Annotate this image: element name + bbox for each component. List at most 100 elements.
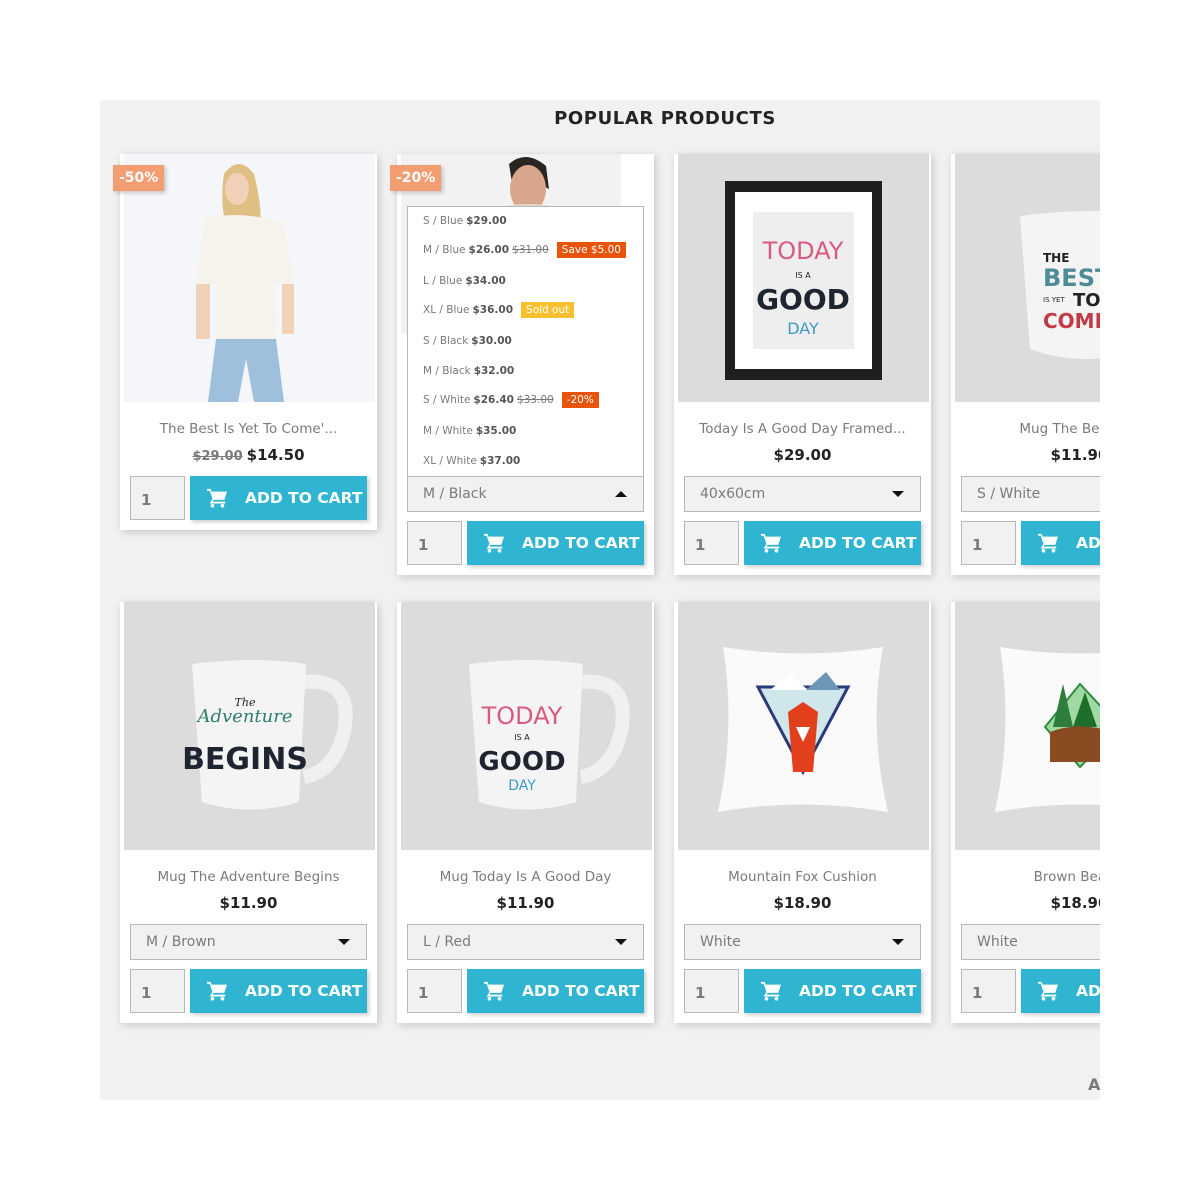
variant-label: S / Black (423, 335, 469, 347)
product-price: $11.90 (1050, 446, 1100, 464)
quantity-input[interactable]: 1 (684, 521, 739, 565)
variant-select[interactable]: M / Brown (130, 924, 367, 960)
add-to-cart-label: ADD TO CART (799, 982, 917, 1000)
cart-icon (207, 981, 227, 1001)
add-to-cart-button[interactable]: ADD TO CART (744, 969, 921, 1013)
product-card[interactable]: -20% S / Blue $29.00 M / Blue $26.00 $31.00… (390, 154, 654, 575)
variant-option[interactable]: M / White $35.00 (423, 425, 516, 437)
variant-option[interactable]: M / Blue $26.00 $31.00 Save $5.00 (423, 242, 626, 258)
product-card[interactable]: Mountain Fox Cushion $18.90 White 1 ADD … (674, 602, 931, 1023)
variant-select[interactable]: S / White (961, 476, 1100, 512)
selected-variant: M / Brown (146, 934, 216, 950)
variant-option[interactable]: M / Black $32.00 (423, 365, 514, 377)
variant-price: $34.00 (465, 275, 506, 287)
mug-text: COME (1043, 309, 1100, 333)
variant-label: S / Blue (423, 215, 464, 227)
cart-icon (484, 981, 504, 1001)
variant-option[interactable]: L / Blue $34.00 (423, 275, 506, 287)
product-image[interactable]: The Adventure BEGINS (124, 602, 375, 850)
variant-label: S / White (423, 394, 471, 406)
mug-text: GOOD (478, 747, 565, 777)
add-to-cart-button[interactable]: ADD TO CART (190, 476, 367, 520)
add-to-cart-label: ADD TO CART (522, 534, 640, 552)
selected-variant: L / Red (423, 934, 472, 950)
add-to-cart-button[interactable]: ADD TO CART (467, 521, 644, 565)
mug-text: BEGINS (182, 742, 308, 777)
variant-label: XL / Blue (423, 304, 470, 316)
product-card[interactable]: -50% The Best Is Yet To Come'... $29.00 $… (113, 154, 377, 530)
cart-icon (207, 488, 227, 508)
product-name[interactable]: Today Is A Good Day Framed... (674, 421, 931, 437)
variant-price: $26.40 (473, 394, 514, 406)
quantity-input[interactable]: 1 (407, 521, 462, 565)
product-card[interactable]: TODAY IS A GOOD DAY Mug Today Is A Good … (397, 602, 654, 1023)
product-image[interactable]: TODAY IS A GOOD DAY (678, 154, 929, 402)
add-to-cart-button[interactable]: ADD TO CART (1021, 969, 1100, 1013)
add-to-cart-label: ADD TO CART (799, 534, 917, 552)
product-image[interactable] (955, 602, 1100, 850)
variant-label: M / White (423, 425, 473, 437)
variant-option[interactable]: XL / Blue $36.00 Sold out (423, 302, 575, 318)
variant-select[interactable]: White (961, 924, 1100, 960)
variant-price: $29.00 (466, 215, 507, 227)
cart-icon (1038, 981, 1058, 1001)
product-card[interactable]: Brown Bear C $18.90 White 1 ADD TO CART (951, 602, 1100, 1023)
variant-price: $36.00 (472, 304, 514, 316)
variant-price: $26.00 (468, 244, 510, 256)
mug-text: THE (1043, 251, 1069, 265)
quantity-input[interactable]: 1 (407, 969, 462, 1013)
variant-option[interactable]: S / Black $30.00 (423, 335, 512, 347)
variant-label: M / Blue (423, 244, 466, 256)
quantity-input[interactable]: 1 (684, 969, 739, 1013)
regular-price: $29.00 (192, 449, 243, 464)
product-card[interactable]: The Adventure BEGINS Mug The Adventure B… (120, 602, 377, 1023)
current-price: $14.50 (246, 446, 305, 464)
variant-label: L / Blue (423, 275, 463, 287)
variant-old-price: $31.00 (512, 244, 549, 256)
mug-text: BEST (1043, 264, 1100, 292)
product-name[interactable]: Mountain Fox Cushion (674, 869, 931, 885)
variant-option[interactable]: S / White $26.40 $33.00 -20% (423, 392, 599, 408)
quantity-input[interactable]: 1 (961, 969, 1016, 1013)
sold-out-tag: Sold out (521, 302, 575, 318)
product-name[interactable]: The Best Is Yet To Come'... (120, 421, 377, 437)
product-image[interactable]: THE BEST IS YET TO COME (955, 154, 1100, 402)
variant-select[interactable]: L / Red (407, 924, 644, 960)
variant-option[interactable]: XL / White $37.00 (423, 455, 520, 467)
all-products-link[interactable]: A (1088, 1075, 1100, 1094)
product-name[interactable]: Brown Bear C (951, 869, 1100, 885)
quantity-input[interactable]: 1 (130, 476, 185, 520)
product-image[interactable] (678, 602, 929, 850)
product-name[interactable]: Mug Today Is A Good Day (397, 869, 654, 885)
variant-price: $37.00 (479, 455, 521, 467)
product-image[interactable] (124, 154, 375, 402)
add-to-cart-button[interactable]: ADD TO CART (744, 521, 921, 565)
cart-icon (761, 533, 781, 553)
variant-select[interactable]: M / Black (407, 476, 644, 512)
mug-text: TO (1073, 290, 1100, 311)
product-name[interactable]: Mug The Adventure Begins (120, 869, 377, 885)
product-card[interactable]: THE BEST IS YET TO COME Mug The Best Is … (951, 154, 1100, 575)
product-price: $29.00 (773, 446, 832, 464)
variant-select[interactable]: White (684, 924, 921, 960)
quantity-input[interactable]: 1 (130, 969, 185, 1013)
add-to-cart-label: ADD TO CART (522, 982, 640, 1000)
variant-dropdown-list[interactable]: S / Blue $29.00 M / Blue $26.00 $31.00 Save … (407, 206, 644, 476)
discount-flag: -50% (113, 165, 165, 191)
variant-select[interactable]: 40x60cm (684, 476, 921, 512)
variant-price: $32.00 (473, 365, 515, 377)
product-price: $11.90 (219, 894, 278, 912)
product-card[interactable]: TODAY IS A GOOD DAY Today Is A Good Day … (674, 154, 931, 575)
product-image[interactable]: TODAY IS A GOOD DAY (401, 602, 652, 850)
mug-text: IS A (514, 733, 530, 742)
selected-variant: M / Black (423, 486, 487, 502)
section-title: POPULAR PRODUCTS (554, 108, 776, 129)
add-to-cart-button[interactable]: ADD TO CART (190, 969, 367, 1013)
caret-down-icon (892, 939, 904, 945)
variant-option[interactable]: S / Blue $29.00 (423, 215, 507, 227)
quantity-input[interactable]: 1 (961, 521, 1016, 565)
add-to-cart-button[interactable]: ADD TO CART (1021, 521, 1100, 565)
add-to-cart-button[interactable]: ADD TO CART (467, 969, 644, 1013)
product-name[interactable]: Mug The Best Is Y (951, 421, 1100, 437)
discount-tag: -20% (561, 392, 599, 408)
